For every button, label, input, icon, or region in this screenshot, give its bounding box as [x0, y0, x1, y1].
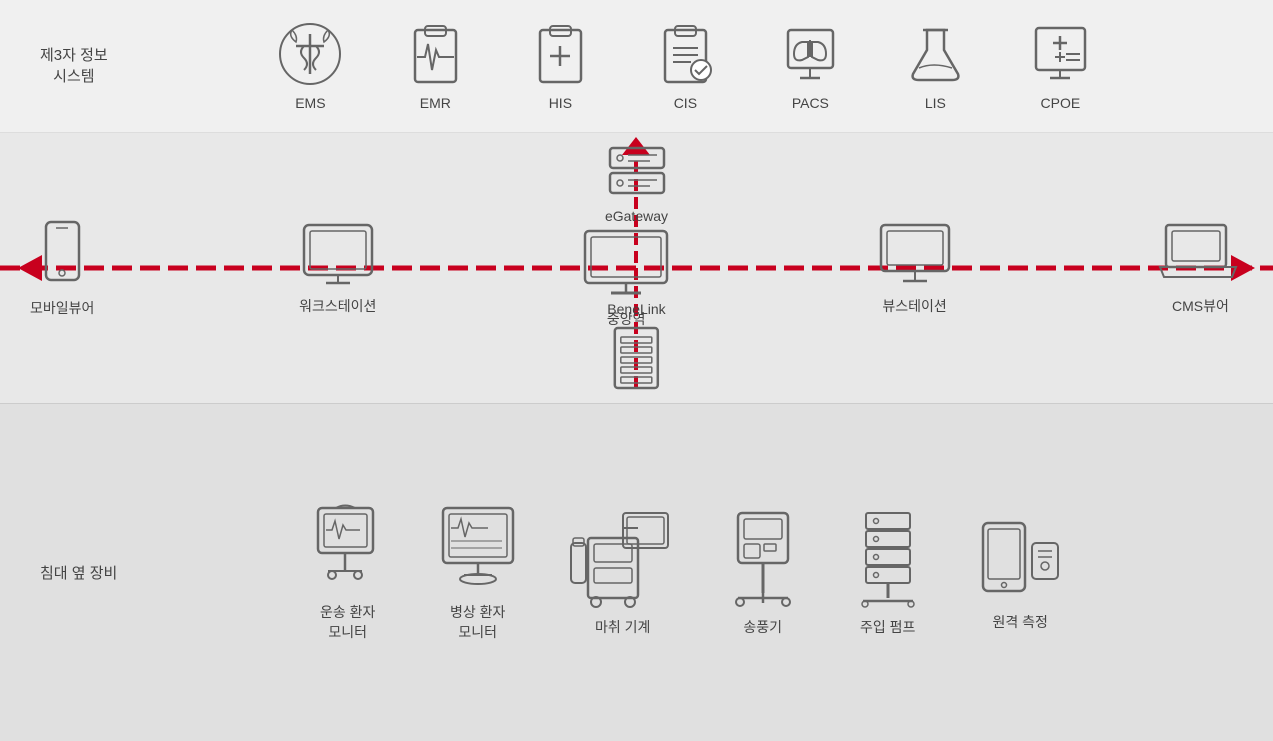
- bedside-monitor-label: 병상 환자모니터: [450, 603, 505, 642]
- benelink-device: BeneLink: [607, 299, 665, 393]
- cpoe-label: CPOE: [1041, 95, 1081, 111]
- system-ems: EMS: [278, 22, 343, 111]
- device-transport-monitor: 운송 환자모니터: [308, 503, 388, 642]
- system-icons-row: EMS EMR: [138, 22, 1233, 111]
- egateway-icon: [602, 143, 672, 198]
- device-bedside-monitor: 병상 환자모니터: [438, 503, 518, 642]
- device-workstation: 워크스테이션: [298, 221, 378, 316]
- device-remote: 원격 측정: [978, 513, 1063, 633]
- ems-label: EMS: [295, 95, 325, 111]
- benelink-label: BeneLink: [607, 301, 665, 317]
- ventilator-icon: [728, 508, 798, 608]
- mobile-label: 모바일뷰어: [30, 298, 94, 318]
- benelink-icon: [609, 323, 664, 393]
- top-section-label: 제3자 정보시스템: [40, 45, 108, 87]
- his-label: HIS: [549, 95, 572, 111]
- system-emr: EMR: [403, 22, 468, 111]
- pump-icon: [848, 508, 928, 608]
- pump-label: 주입 펌프: [860, 618, 915, 638]
- bedside-icons-row: 운송 환자모니터 병상 환자: [137, 503, 1233, 642]
- system-his: HIS: [528, 22, 593, 111]
- cis-label: CIS: [674, 95, 697, 111]
- anesthesia-icon: [568, 508, 678, 608]
- device-ventilator: 송풍기: [728, 508, 798, 638]
- egateway-device: eGateway: [602, 143, 672, 224]
- remote-label: 원격 측정: [992, 613, 1047, 633]
- device-pump: 주입 펌프: [848, 508, 928, 638]
- emr-label: EMR: [420, 95, 451, 111]
- system-pacs: PACS: [778, 22, 843, 111]
- bedside-section-label: 침대 옆 장비: [40, 562, 117, 583]
- system-lis: LIS: [903, 22, 968, 111]
- emr-icon: [403, 22, 468, 87]
- remote-icon: [978, 513, 1063, 603]
- egateway-label: eGateway: [605, 208, 668, 224]
- top-section: 제3자 정보시스템 EMS: [0, 0, 1273, 133]
- cms-icon: [1158, 221, 1243, 286]
- anesthesia-label: 마취 기계: [595, 618, 650, 638]
- pacs-icon: [778, 22, 843, 87]
- transport-monitor-icon: [308, 503, 388, 593]
- middle-section: eGateway 모바일뷰어: [0, 133, 1273, 403]
- viewstation-icon: [875, 221, 955, 286]
- system-cis: CIS: [653, 22, 718, 111]
- device-mobile: 모바일뷰어: [30, 218, 94, 318]
- workstation-label: 워크스테이션: [299, 296, 376, 316]
- mobile-icon: [40, 218, 85, 288]
- workstation-icon: [298, 221, 378, 286]
- device-cms: CMS뷰어: [1158, 221, 1243, 316]
- central-icon: [581, 227, 671, 299]
- system-cpoe: CPOE: [1028, 22, 1093, 111]
- transport-monitor-label: 운송 환자모니터: [320, 603, 375, 642]
- bottom-section: 침대 옆 장비: [0, 403, 1273, 741]
- cms-label: CMS뷰어: [1172, 296, 1229, 316]
- lis-label: LIS: [925, 95, 946, 111]
- device-anesthesia: 마취 기계: [568, 508, 678, 638]
- ems-icon: [278, 22, 343, 87]
- bedside-monitor-icon: [438, 503, 518, 593]
- his-icon: [528, 22, 593, 87]
- lis-icon: [903, 22, 968, 87]
- ventilator-label: 송풍기: [743, 618, 782, 638]
- viewstation-label: 뷰스테이션: [882, 296, 946, 316]
- cis-icon: [653, 22, 718, 87]
- device-viewstation: 뷰스테이션: [875, 221, 955, 316]
- pacs-label: PACS: [792, 95, 829, 111]
- cpoe-icon: [1028, 22, 1093, 87]
